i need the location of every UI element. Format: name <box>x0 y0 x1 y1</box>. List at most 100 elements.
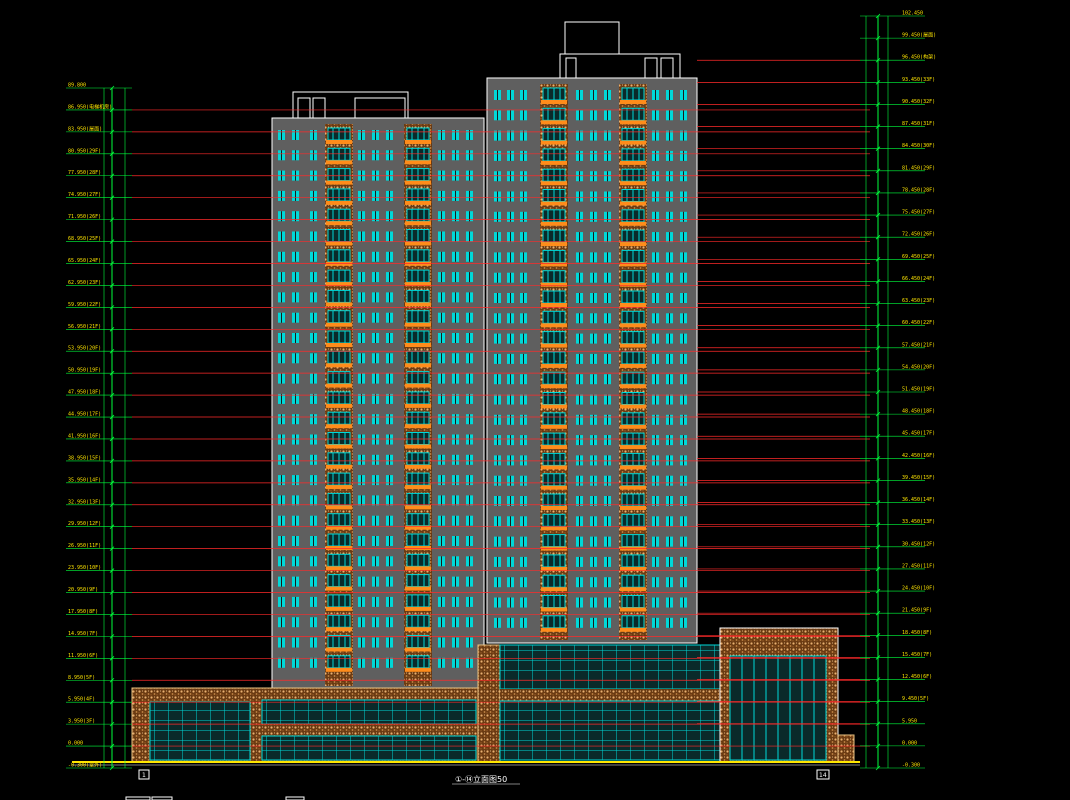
left-level-label: 86.950(电梯机房) <box>68 103 112 110</box>
balcony-slab <box>541 181 567 186</box>
left-level-label: 77.950(28F) <box>68 170 101 176</box>
right-level-label: 60.450(22F) <box>902 320 935 326</box>
left-level-label: 20.950(9F) <box>68 587 98 593</box>
balcony-slab <box>620 404 646 409</box>
right-level-label: 63.450(23F) <box>902 298 935 304</box>
right-level-label: 33.450(13F) <box>902 519 935 525</box>
right-level-label: 84.450(30F) <box>902 143 935 149</box>
balcony-slab <box>620 120 646 125</box>
balcony-slab <box>541 404 567 409</box>
roof-machine-room <box>564 21 620 55</box>
balcony-slab <box>405 586 431 591</box>
balcony-slab <box>405 302 431 307</box>
balcony-slab <box>620 303 646 307</box>
left-level-label: -0.300(室外) <box>68 762 102 769</box>
balcony-slab <box>620 181 646 186</box>
balcony-slab <box>541 343 567 348</box>
balcony-slab <box>326 343 352 347</box>
balcony-slab <box>541 485 567 490</box>
left-level-label: 23.950(10F) <box>68 565 101 571</box>
right-level-label: 96.450(构架) <box>902 54 936 61</box>
balcony-slab <box>620 343 646 348</box>
balcony-slab <box>620 201 646 206</box>
right-level-label: 69.450(25F) <box>902 254 935 260</box>
balcony-slab <box>405 606 431 611</box>
balcony-slab <box>405 464 431 469</box>
balcony-slab <box>405 505 431 510</box>
right-level-label: 45.450(17F) <box>902 431 935 437</box>
left-level-label: 65.950(24F) <box>68 258 101 264</box>
balcony-slab <box>405 525 431 530</box>
balcony-slab <box>326 322 352 327</box>
right-level-label: 24.450(10F) <box>902 586 935 592</box>
balcony-slab <box>541 120 567 125</box>
balcony-slab <box>541 100 567 104</box>
balcony-slab <box>326 160 352 165</box>
balcony-slab <box>620 100 646 104</box>
balcony-slab <box>405 383 431 388</box>
left-level-label: 83.950(屋面) <box>68 126 102 132</box>
right-level-label: 42.450(16F) <box>902 453 935 459</box>
left-dimension-chain: 89.800 86.950(电梯机房) 83.950(屋面) 80.950(29F) 7… <box>66 83 132 771</box>
right-level-label: 0.000 <box>902 740 917 746</box>
balcony-slab <box>326 302 352 307</box>
left-level-label: 29.950(12F) <box>68 521 101 527</box>
right-level-label: 12.450(6F) <box>902 674 932 680</box>
axis-label-left: 1 <box>142 772 146 779</box>
left-level-label: 38.950(15F) <box>68 455 101 461</box>
right-level-label: 18.450(8F) <box>902 630 932 636</box>
balcony-slab <box>326 180 352 185</box>
balcony-slab <box>620 242 646 247</box>
axis-marker-right: 14 <box>816 769 830 780</box>
right-level-label: 9.450(5F) <box>902 696 929 702</box>
right-level-label: 78.450(28F) <box>902 187 935 193</box>
right-level-label: 36.450(14F) <box>902 497 935 503</box>
axis-label-right: 14 <box>819 772 827 779</box>
balcony-slab <box>326 525 352 530</box>
building-elevation <box>72 21 860 766</box>
balcony-slab <box>326 606 352 611</box>
balcony-slab <box>541 303 567 307</box>
left-level-label: 89.800 <box>68 83 86 89</box>
right-level-label: 87.450(31F) <box>902 121 935 127</box>
right-level-label: 27.450(11F) <box>902 563 935 569</box>
balcony-slab <box>541 445 567 450</box>
left-level-label: 8.950(5F) <box>68 675 95 681</box>
left-level-label: 53.950(20F) <box>68 346 101 352</box>
podium-pier <box>477 644 501 763</box>
balcony-slab <box>541 627 567 632</box>
balcony-slab <box>326 403 352 408</box>
left-level-label: 50.950(19F) <box>68 368 101 374</box>
balcony-slab <box>620 363 646 368</box>
balcony-slab <box>405 546 431 550</box>
balcony-slab <box>541 160 567 165</box>
left-level-label: 11.950(6F) <box>68 653 98 659</box>
balcony-slab <box>620 424 646 429</box>
left-level-label: 47.950(18F) <box>68 390 101 396</box>
left-level-label: 62.950(23F) <box>68 280 101 286</box>
balcony-slab <box>326 667 352 672</box>
balcony-slab <box>541 506 567 510</box>
right-level-label: 57.450(21F) <box>902 342 935 348</box>
balcony-slab <box>326 200 352 205</box>
balcony-slab <box>405 627 431 632</box>
balcony-slab <box>326 566 352 571</box>
left-level-label: 0.000 <box>68 741 83 747</box>
balcony-slab <box>620 627 646 632</box>
balcony-slab <box>326 546 352 550</box>
balcony-slab <box>326 444 352 449</box>
balcony-slab <box>405 343 431 347</box>
balcony-slab <box>326 586 352 591</box>
balcony-slab <box>541 424 567 429</box>
balcony-slab <box>541 242 567 247</box>
left-level-label: 5.950(4F) <box>68 697 95 703</box>
balcony-slab <box>405 241 431 246</box>
balcony-slab <box>620 140 646 145</box>
right-level-label: 39.450(15F) <box>902 475 935 481</box>
left-level-label: 32.950(13F) <box>68 499 101 505</box>
balcony-slab <box>541 607 567 612</box>
drawing-caption: ①-⑭立面图50 <box>455 774 507 784</box>
balcony-slab <box>326 424 352 429</box>
balcony-slab <box>541 140 567 145</box>
balcony-slab <box>326 363 352 368</box>
